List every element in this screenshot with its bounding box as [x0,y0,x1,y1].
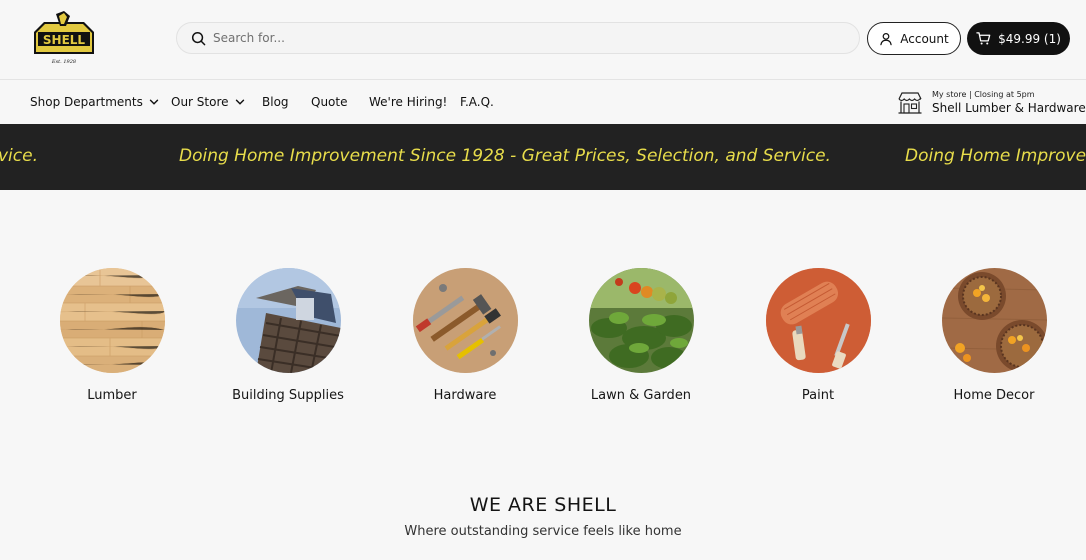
store-hours: My store | Closing at 5pm [932,90,1035,99]
store-name-label: Shell Lumber & Hardware [932,101,1086,115]
cart-button[interactable]: $49.99 (1) [967,22,1070,55]
chevron-down-icon [235,99,244,105]
my-store-selector[interactable]: My store | Closing at 5pm Shell Lumber &… [897,90,1086,120]
category-label: Lumber [87,388,137,403]
nav-label: Our Store [171,95,229,109]
category-lawn-garden[interactable]: Lawn & Garden [553,268,729,403]
banner-text-fragment-right: Doing Home Improveme [905,146,1086,166]
roofing-worker-image [235,268,341,373]
category-lumber[interactable]: Lumber [24,268,200,403]
svg-text:SHELL: SHELL [43,33,86,47]
tomato-plant-image [588,268,694,373]
nav-shop-departments[interactable]: Shop Departments [30,95,159,109]
paint-image[interactable] [765,268,871,373]
nav-our-store[interactable]: Our Store [171,95,245,109]
category-home-decor[interactable]: Home Decor [906,268,1082,403]
cart-icon [976,32,991,45]
section-title: WE ARE SHELL [469,494,617,516]
decor-baskets-image [941,268,1047,373]
search-input[interactable] [213,31,813,45]
banner-text-fragment-left: vice. [0,146,38,166]
user-icon [880,32,892,45]
cart-total: $49.99 (1) [998,31,1061,46]
category-grid: Lumber Building Supplies Hardware Lawn &… [0,190,1086,460]
wood-planks-image [59,268,165,373]
shell-logo-graphic: SHELL Est. 1928 [34,11,94,65]
nav-quote[interactable]: Quote [311,95,347,109]
search-bar[interactable] [176,22,860,54]
category-label: Hardware [433,388,497,403]
account-label: Account [900,31,949,46]
lumber-image[interactable] [59,268,165,373]
building-supplies-image[interactable] [235,268,341,373]
category-label: Paint [801,388,835,403]
paint-roller-image [765,268,871,373]
about-section: WE ARE SHELL Where outstanding service f… [0,494,1086,539]
svg-text:Est. 1928: Est. 1928 [51,59,76,65]
nav-faq[interactable]: F.A.Q. [460,95,494,109]
search-icon [191,31,206,45]
tools-image [412,268,518,373]
header: SHELL Est. 1928 Account $49.99 (1) [0,0,1086,80]
lawn-garden-image[interactable] [588,268,694,373]
category-label: Lawn & Garden [590,388,692,403]
main-nav: Shop Departments Our Store Blog Quote We… [0,80,1086,124]
hardware-image[interactable] [412,268,518,373]
category-paint[interactable]: Paint [730,268,906,403]
home-decor-image[interactable] [941,268,1047,373]
section-subtitle: Where outstanding service feels like hom… [404,524,682,539]
category-hardware[interactable]: Hardware [377,268,553,403]
store-name: Shell Lumber & Hardware [932,101,1086,115]
account-button[interactable]: Account [867,22,961,55]
category-label: Building Supplies [232,388,344,403]
category-building-supplies[interactable]: Building Supplies [200,268,376,403]
category-label: Home Decor [953,388,1035,403]
nav-blog[interactable]: Blog [262,95,289,109]
banner-text: Doing Home Improvement Since 1928 - Grea… [179,146,831,166]
shell-logo[interactable]: SHELL Est. 1928 [30,10,98,66]
store-icon [898,92,922,114]
nav-label: F.A.Q. [460,95,494,109]
nav-label: Blog [262,95,289,109]
nav-label: Quote [311,95,348,109]
nav-label: Shop Departments [30,95,143,109]
nav-hiring[interactable]: We're Hiring! [369,95,447,109]
chevron-down-icon [149,99,159,105]
announcement-banner: vice. Doing Home Improvement Since 1928 … [0,124,1086,190]
nav-label: We're Hiring! [369,95,448,109]
